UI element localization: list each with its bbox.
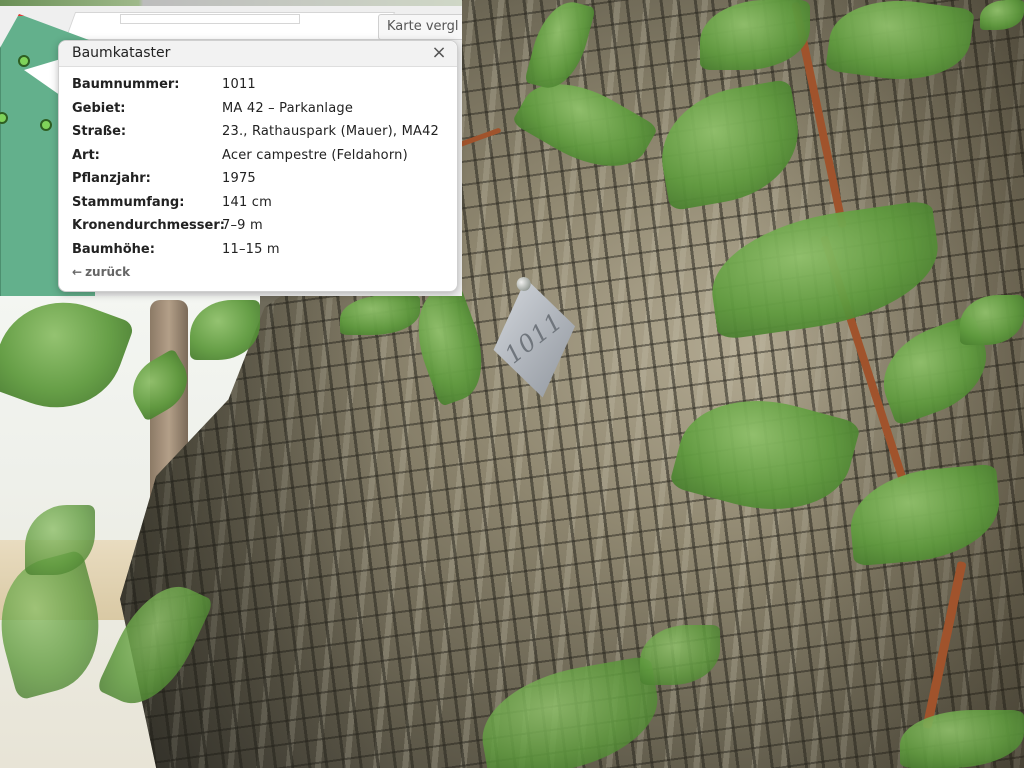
attribute-value: 7–9 m <box>222 218 263 234</box>
attribute-row-art: Art: Acer campestre (Feldahorn) <box>72 144 452 168</box>
attribute-table: Baumnummer: 1011 Gebiet: MA 42 – Parkanl… <box>72 73 452 261</box>
attribute-label: Baumhöhe: <box>72 241 155 257</box>
attribute-label: Stammumfang: <box>72 194 185 210</box>
popup-header: Baumkataster × <box>59 41 457 67</box>
arrow-left-icon: ← <box>72 265 83 279</box>
attribute-value: 11–15 m <box>222 241 280 257</box>
attribute-label: Art: <box>72 147 100 163</box>
tree-tag-number: 1011 <box>500 306 569 370</box>
attribute-row-kronendurchmesser: Kronendurchmesser: 7–9 m <box>72 214 452 238</box>
attribute-label: Straße: <box>72 124 127 140</box>
attribute-label: Baumnummer: <box>72 77 180 93</box>
attribute-value: MA 42 – Parkanlage <box>222 100 354 116</box>
attribute-label: Pflanzjahr: <box>72 171 151 187</box>
tree-tag: 1011 <box>475 262 595 424</box>
popup-title: Baumkataster <box>72 45 171 61</box>
attribute-value: Acer campestre (Feldahorn) <box>222 147 408 163</box>
attribute-row-stammumfang: Stammumfang: 141 cm <box>72 191 452 215</box>
back-link[interactable]: ← zurück <box>72 265 130 279</box>
attribute-label: Gebiet: <box>72 100 126 116</box>
map-topbar <box>0 0 462 6</box>
tree-info-popup: Baumkataster × Baumnummer: 1011 Gebiet: … <box>58 40 458 292</box>
attribute-row-baumhoehe: Baumhöhe: 11–15 m <box>72 238 452 262</box>
attribute-row-pflanzjahr: Pflanzjahr: 1975 <box>72 167 452 191</box>
close-icon[interactable]: × <box>429 42 449 64</box>
map-compare-button[interactable]: Karte vergl <box>378 14 462 40</box>
attribute-value: 1975 <box>222 171 256 187</box>
attribute-value: 23., Rathauspark (Mauer), MA42 <box>222 124 440 140</box>
tree-marker[interactable] <box>40 119 52 131</box>
back-link-label: zurück <box>85 265 131 279</box>
attribute-row-gebiet: Gebiet: MA 42 – Parkanlage <box>72 97 452 121</box>
tree-marker-selected[interactable] <box>18 55 30 67</box>
attribute-label: Kronendurchmesser: <box>72 218 225 234</box>
attribute-row-baumnummer: Baumnummer: 1011 <box>72 73 452 97</box>
tree-tag-plate: 1011 <box>484 273 584 404</box>
attribute-value: 1011 <box>222 77 256 93</box>
attribute-row-strasse: Straße: 23., Rathauspark (Mauer), MA42 <box>72 120 452 144</box>
map-street <box>120 14 300 24</box>
attribute-value: 141 cm <box>222 194 272 210</box>
